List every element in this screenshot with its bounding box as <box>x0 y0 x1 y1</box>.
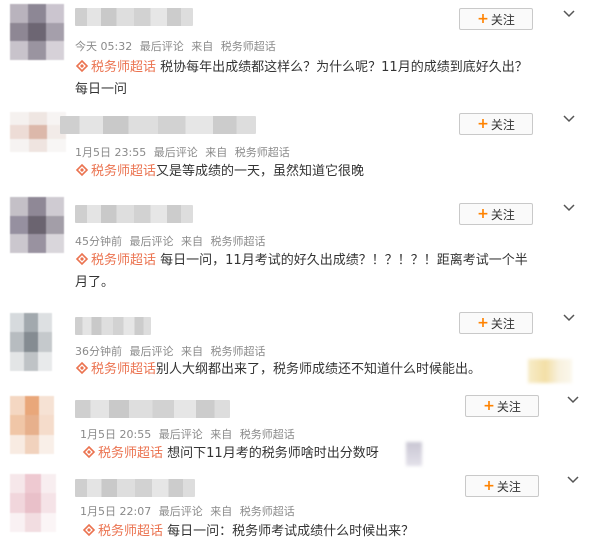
username-blurred[interactable] <box>75 479 195 497</box>
chevron-down-icon[interactable] <box>562 313 576 323</box>
avatar[interactable] <box>10 197 64 253</box>
emoji-image <box>406 442 422 466</box>
emoji-image <box>528 359 572 383</box>
post-body: 税务师超话又是等成绩的一天，虽然知道它很晚 <box>75 161 364 183</box>
post-text-line2: 每日一问 <box>75 82 128 97</box>
chevron-down-icon[interactable] <box>562 203 576 213</box>
avatar[interactable] <box>10 474 56 532</box>
post-time[interactable]: 1月5日 22:07 <box>80 505 151 518</box>
post-time[interactable]: 1月5日 20:55 <box>80 428 151 441</box>
chevron-down-icon[interactable] <box>566 395 580 405</box>
post-time[interactable]: 1月5日 23:55 <box>75 146 146 159</box>
post-body: 税务师超话 税协每年出成绩都这样么？为什么呢？11月的成绩到底好久出？ 每日一问 <box>75 57 528 101</box>
post-meta: 今天 05:32 最后评论 来自 税务师超话 <box>75 40 276 53</box>
post-text-line2: 月了。 <box>75 275 115 290</box>
post-time[interactable]: 36分钟前 <box>75 345 122 358</box>
follow-button[interactable]: + 关注 <box>459 203 533 225</box>
post-body: 税务师超话 每日一问，11月考试的好久出成绩？！？！？！距离考试一个半 月了。 <box>75 250 528 294</box>
avatar[interactable] <box>10 396 54 454</box>
super-topic-icon <box>75 361 89 375</box>
post-meta: 36分钟前 最后评论 来自 税务师超话 <box>75 345 266 358</box>
super-topic-icon <box>82 445 96 459</box>
post-meta: 1月5日 20:55 最后评论 来自 税务师超话 <box>80 428 295 441</box>
follow-button[interactable]: + 关注 <box>459 113 533 135</box>
follow-button[interactable]: + 关注 <box>459 312 533 334</box>
super-topic-link[interactable]: 税务师超话 <box>91 164 156 179</box>
super-topic-icon <box>82 523 96 537</box>
post-text: 别人大纲都出来了，税务师成绩还不知道什么时候能出。 <box>156 362 482 377</box>
follow-button[interactable]: + 关注 <box>465 475 539 497</box>
post-meta: 45分钟前 最后评论 来自 税务师超话 <box>75 235 266 248</box>
post-body: 税务师超话 想问下11月考的税务师啥时出分数呀 <box>82 443 379 465</box>
post-text: 税协每年出成绩都这样么？为什么呢？11月的成绩到底好久出？ <box>160 60 528 75</box>
post-body: 税务师超话别人大纲都出来了，税务师成绩还不知道什么时候能出。 <box>75 359 481 381</box>
avatar[interactable] <box>10 112 66 152</box>
super-topic-link[interactable]: 税务师超话 <box>98 446 163 461</box>
source-link[interactable]: 税务师超话 <box>240 505 295 518</box>
super-topic-link[interactable]: 税务师超话 <box>91 60 156 75</box>
source-link[interactable]: 税务师超话 <box>221 40 276 53</box>
avatar[interactable] <box>10 4 64 60</box>
super-topic-icon <box>75 163 89 177</box>
follow-button[interactable]: + 关注 <box>459 8 533 30</box>
follow-button[interactable]: + 关注 <box>465 395 539 417</box>
source-link[interactable]: 税务师超话 <box>211 345 266 358</box>
username-blurred[interactable] <box>75 317 151 335</box>
avatar[interactable] <box>10 313 52 371</box>
username-blurred[interactable] <box>75 8 193 26</box>
source-link[interactable]: 税务师超话 <box>240 428 295 441</box>
post-time[interactable]: 45分钟前 <box>75 235 122 248</box>
source-link[interactable]: 税务师超话 <box>235 146 290 159</box>
super-topic-link[interactable]: 税务师超话 <box>91 362 156 377</box>
super-topic-icon <box>75 59 89 73</box>
chevron-down-icon[interactable] <box>566 475 580 485</box>
post-body: 税务师超话 每日一问：税务师考试成绩什么时候出来？ <box>82 521 414 543</box>
username-blurred[interactable] <box>75 205 193 223</box>
super-topic-icon <box>75 252 89 266</box>
post-meta: 1月5日 22:07 最后评论 来自 税务师超话 <box>80 505 295 518</box>
username-blurred[interactable] <box>75 400 230 418</box>
post-text: 每日一问，11月考试的好久出成绩？！？！？！距离考试一个半 <box>160 253 528 268</box>
super-topic-link[interactable]: 税务师超话 <box>98 524 163 539</box>
username-blurred[interactable] <box>60 116 256 134</box>
chevron-down-icon[interactable] <box>562 114 576 124</box>
post-text: 每日一问：税务师考试成绩什么时候出来？ <box>167 524 415 539</box>
post-text: 想问下11月考的税务师啥时出分数呀 <box>167 446 379 461</box>
source-link[interactable]: 税务师超话 <box>211 235 266 248</box>
chevron-down-icon[interactable] <box>562 9 576 19</box>
post-meta: 1月5日 23:55 最后评论 来自 税务师超话 <box>75 146 290 159</box>
super-topic-link[interactable]: 税务师超话 <box>91 253 156 268</box>
post-text: 又是等成绩的一天，虽然知道它很晚 <box>156 164 365 179</box>
post-time[interactable]: 今天 05:32 <box>75 40 132 53</box>
